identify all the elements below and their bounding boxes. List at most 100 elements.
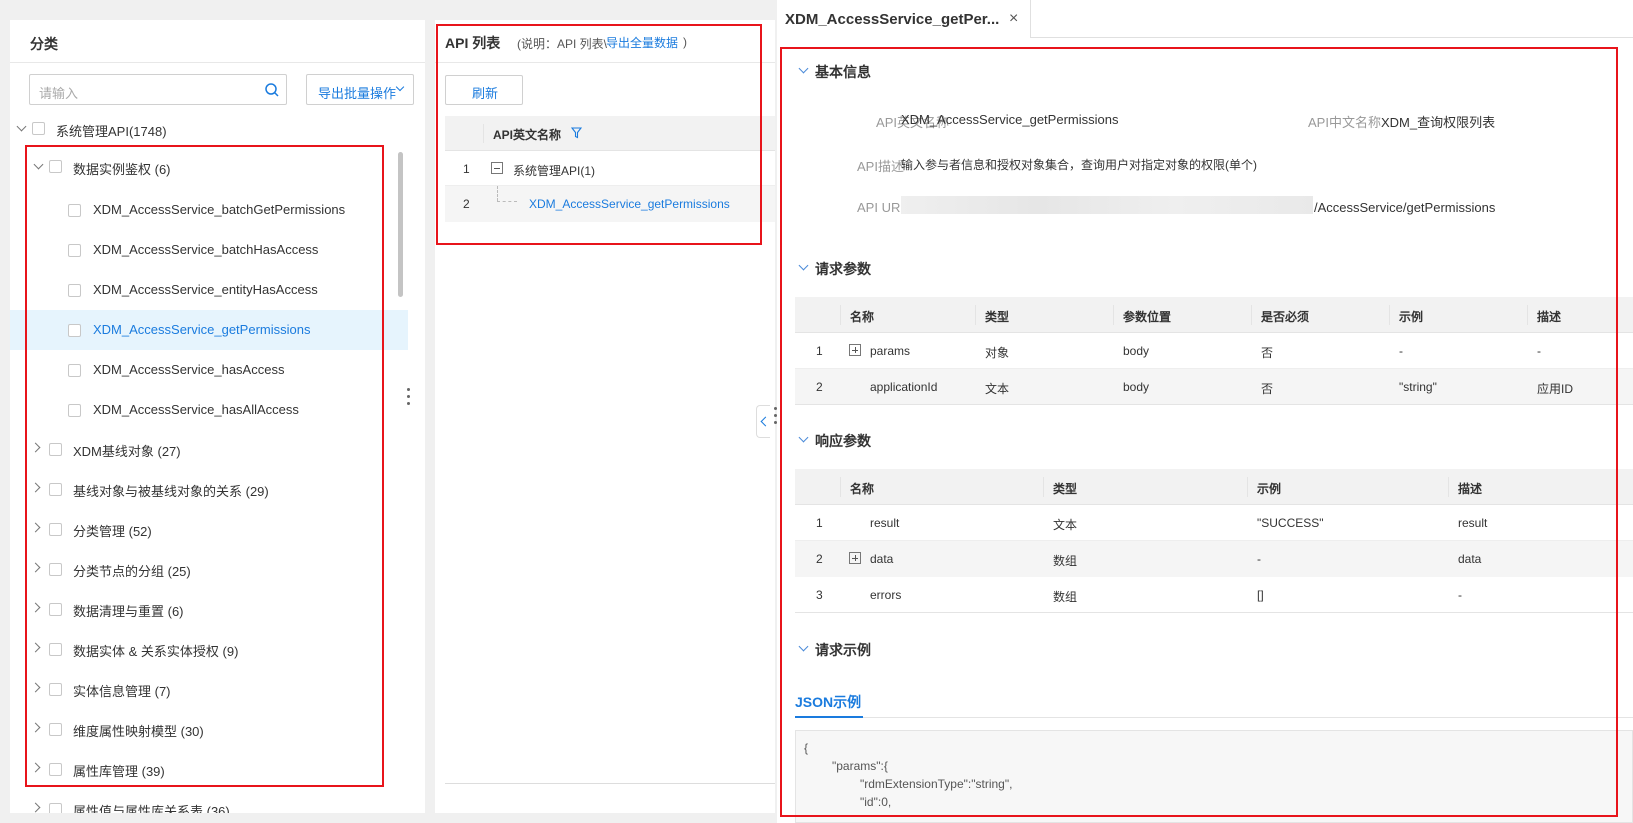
chevron-down-icon[interactable] bbox=[16, 121, 27, 132]
tree-leaf-item[interactable]: XDM_AccessService_batchHasAccess bbox=[10, 230, 408, 270]
param-example: "SUCCESS" bbox=[1257, 516, 1324, 530]
tree-group-item[interactable]: 分类节点的分组 (25) bbox=[10, 550, 408, 590]
checkbox[interactable] bbox=[49, 523, 62, 536]
tree-group-open[interactable]: 数据实例鉴权 (6) bbox=[73, 159, 171, 178]
param-type: 文本 bbox=[985, 382, 1010, 396]
param-example: [] bbox=[1257, 588, 1264, 602]
checkbox[interactable] bbox=[68, 284, 81, 297]
checkbox[interactable] bbox=[49, 803, 62, 813]
table-row[interactable]: 2 applicationId 文本 body 否 "string" 应用ID bbox=[795, 369, 1633, 405]
checkbox[interactable] bbox=[49, 723, 62, 736]
param-type: 数组 bbox=[1053, 554, 1078, 568]
section-title-basic[interactable]: 基本信息 bbox=[815, 62, 871, 82]
refresh-button[interactable]: 刷新 bbox=[445, 75, 523, 105]
chevron-down-icon[interactable] bbox=[798, 641, 809, 652]
checkbox[interactable] bbox=[32, 122, 45, 135]
table-row[interactable]: 1 params 对象 body 否 - - bbox=[795, 333, 1633, 369]
chevron-right-icon[interactable] bbox=[30, 642, 41, 653]
tree-leaf-item[interactable]: XDM_AccessService_getPermissions bbox=[10, 310, 408, 350]
chevron-right-icon[interactable] bbox=[30, 802, 41, 813]
search-input[interactable]: 请输入 bbox=[29, 74, 287, 105]
checkbox[interactable] bbox=[49, 683, 62, 696]
splitter-handle[interactable] bbox=[407, 388, 411, 410]
table-row[interactable]: 2 XDM_AccessService_getPermissions bbox=[445, 186, 775, 222]
tree-leaf-label: XDM_AccessService_hasAllAccess bbox=[93, 402, 299, 417]
chevron-right-icon[interactable] bbox=[30, 522, 41, 533]
chevron-right-icon[interactable] bbox=[30, 442, 41, 453]
checkbox[interactable] bbox=[68, 244, 81, 257]
chevron-down-icon[interactable] bbox=[798, 432, 809, 443]
chevron-right-icon[interactable] bbox=[30, 722, 41, 733]
checkbox[interactable] bbox=[49, 643, 62, 656]
chevron-right-icon[interactable] bbox=[30, 762, 41, 773]
chevron-down-icon[interactable] bbox=[33, 159, 44, 170]
checkbox[interactable] bbox=[49, 563, 62, 576]
checkbox[interactable] bbox=[68, 364, 81, 377]
api-link[interactable]: XDM_AccessService_getPermissions bbox=[529, 197, 730, 211]
export-batch-button[interactable]: 导出批量操作 bbox=[306, 74, 414, 105]
search-icon[interactable] bbox=[264, 82, 280, 98]
tree-group-item[interactable]: 维度属性映射模型 (30) bbox=[10, 710, 408, 750]
chevron-right-icon[interactable] bbox=[30, 682, 41, 693]
chevron-down-icon bbox=[395, 82, 405, 92]
scrollbar[interactable] bbox=[398, 152, 403, 297]
tree-leaf-label: XDM_AccessService_entityHasAccess bbox=[93, 282, 318, 297]
collapse-panel-button[interactable] bbox=[756, 405, 771, 438]
param-example: - bbox=[1257, 552, 1261, 566]
checkbox[interactable] bbox=[49, 603, 62, 616]
tree-leaf-item[interactable]: XDM_AccessService_entityHasAccess bbox=[10, 270, 408, 310]
param-type: 数组 bbox=[1053, 590, 1078, 604]
chevron-right-icon[interactable] bbox=[30, 562, 41, 573]
column-header: 类型 bbox=[985, 310, 1010, 324]
tree-node-name: 系统管理API(1) bbox=[513, 164, 596, 178]
section-title-example[interactable]: 请求示例 bbox=[815, 640, 871, 660]
expand-icon[interactable] bbox=[849, 552, 861, 564]
tree-root[interactable]: 系统管理API(1748) bbox=[56, 121, 167, 140]
chevron-down-icon[interactable] bbox=[798, 63, 809, 74]
table-row[interactable]: 1 result 文本 "SUCCESS" result bbox=[795, 505, 1633, 541]
export-all-link[interactable]: 导出全量数据 bbox=[606, 34, 678, 51]
section-title-request[interactable]: 请求参数 bbox=[815, 259, 871, 279]
table-row[interactable]: 3 errors 数组 [] - bbox=[795, 577, 1633, 613]
tree-leaf-item[interactable]: XDM_AccessService_hasAllAccess bbox=[10, 390, 408, 430]
table-header: API英文名称 bbox=[445, 116, 775, 151]
search-placeholder: 请输入 bbox=[39, 86, 79, 101]
checkbox[interactable] bbox=[68, 324, 81, 337]
table-row[interactable]: 1 系统管理API(1) bbox=[445, 151, 775, 186]
tree-group-item[interactable]: 属性值与属性库关系表 (36) bbox=[10, 790, 408, 813]
checkbox[interactable] bbox=[49, 483, 62, 496]
param-desc: result bbox=[1458, 516, 1488, 530]
filter-icon[interactable] bbox=[571, 127, 582, 139]
tree-group-item[interactable]: 分类管理 (52) bbox=[10, 510, 408, 550]
close-icon[interactable]: × bbox=[1009, 10, 1018, 28]
checkbox[interactable] bbox=[49, 443, 62, 456]
field-value: /AccessService/getPermissions bbox=[1314, 200, 1496, 215]
column-header: 类型 bbox=[1053, 482, 1078, 496]
tree-group-item[interactable]: 实体信息管理 (7) bbox=[10, 670, 408, 710]
tree-group-item[interactable]: XDM基线对象 (27) bbox=[10, 430, 408, 470]
column-header: 是否必须 bbox=[1261, 310, 1310, 324]
tree-leaf-item[interactable]: XDM_AccessService_batchGetPermissions bbox=[10, 190, 408, 230]
tree-group-item[interactable]: 数据实体 & 关系实体授权 (9) bbox=[10, 630, 408, 670]
json-code-block[interactable]: { "params":{ "rdmExtensionType":"string"… bbox=[795, 730, 1633, 823]
section-title-response[interactable]: 响应参数 bbox=[815, 431, 871, 451]
chevron-right-icon[interactable] bbox=[30, 602, 41, 613]
chevron-down-icon[interactable] bbox=[798, 260, 809, 271]
expand-icon[interactable] bbox=[849, 344, 861, 356]
table-row[interactable]: 2 data 数组 - data bbox=[795, 541, 1633, 577]
tree-leaf-item[interactable]: XDM_AccessService_hasAccess bbox=[10, 350, 408, 390]
checkbox[interactable] bbox=[49, 160, 62, 173]
chevron-right-icon[interactable] bbox=[30, 482, 41, 493]
checkbox[interactable] bbox=[68, 404, 81, 417]
checkbox[interactable] bbox=[49, 763, 62, 776]
tab-json-example[interactable]: JSON示例 bbox=[795, 692, 861, 712]
tree-group-item[interactable]: 数据清理与重置 (6) bbox=[10, 590, 408, 630]
tab-api-detail[interactable]: XDM_AccessService_getPer... × bbox=[777, 0, 1031, 38]
checkbox[interactable] bbox=[68, 204, 81, 217]
chevron-left-icon bbox=[760, 416, 771, 427]
collapse-icon[interactable] bbox=[491, 162, 503, 174]
field-value: XDM_AccessService_getPermissions bbox=[901, 112, 1119, 127]
tree-group-item[interactable]: 属性库管理 (39) bbox=[10, 750, 408, 790]
note-close: ) bbox=[683, 35, 687, 49]
tree-group-item[interactable]: 基线对象与被基线对象的关系 (29) bbox=[10, 470, 408, 510]
